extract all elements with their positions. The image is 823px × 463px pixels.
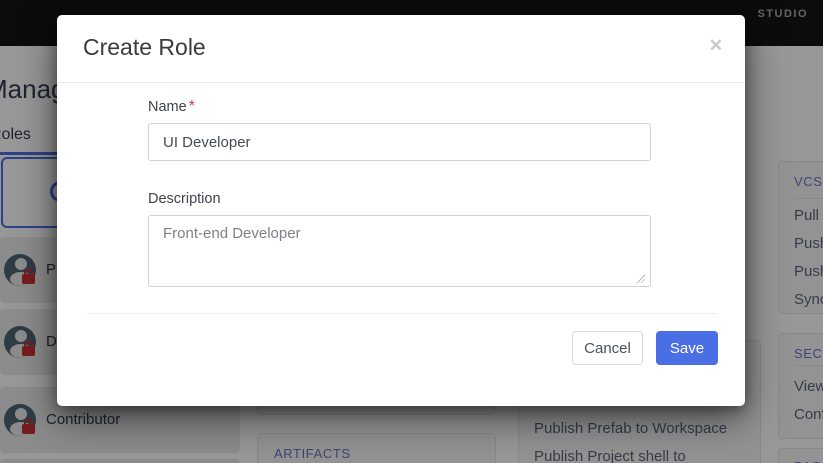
footer-divider xyxy=(87,313,717,314)
dialog-header: Create Role ✕ xyxy=(57,15,745,83)
save-button[interactable]: Save xyxy=(656,331,718,365)
create-role-dialog: Create Role ✕ Name* Description Front-en… xyxy=(57,15,745,406)
dialog-title: Create Role xyxy=(83,34,206,61)
description-textarea[interactable]: Front-end Developer xyxy=(148,215,651,287)
description-field-label-row: Description xyxy=(148,190,221,208)
close-icon[interactable]: ✕ xyxy=(709,37,723,54)
name-label: Name xyxy=(148,99,187,115)
description-label: Description xyxy=(148,191,221,207)
name-field-label-row: Name* xyxy=(148,98,195,116)
app-window: STUDIO Manage Roles Pr De Contributor AR… xyxy=(0,0,823,463)
cancel-button[interactable]: Cancel xyxy=(572,331,643,365)
required-asterisk: * xyxy=(189,98,195,115)
name-input[interactable] xyxy=(148,123,651,161)
